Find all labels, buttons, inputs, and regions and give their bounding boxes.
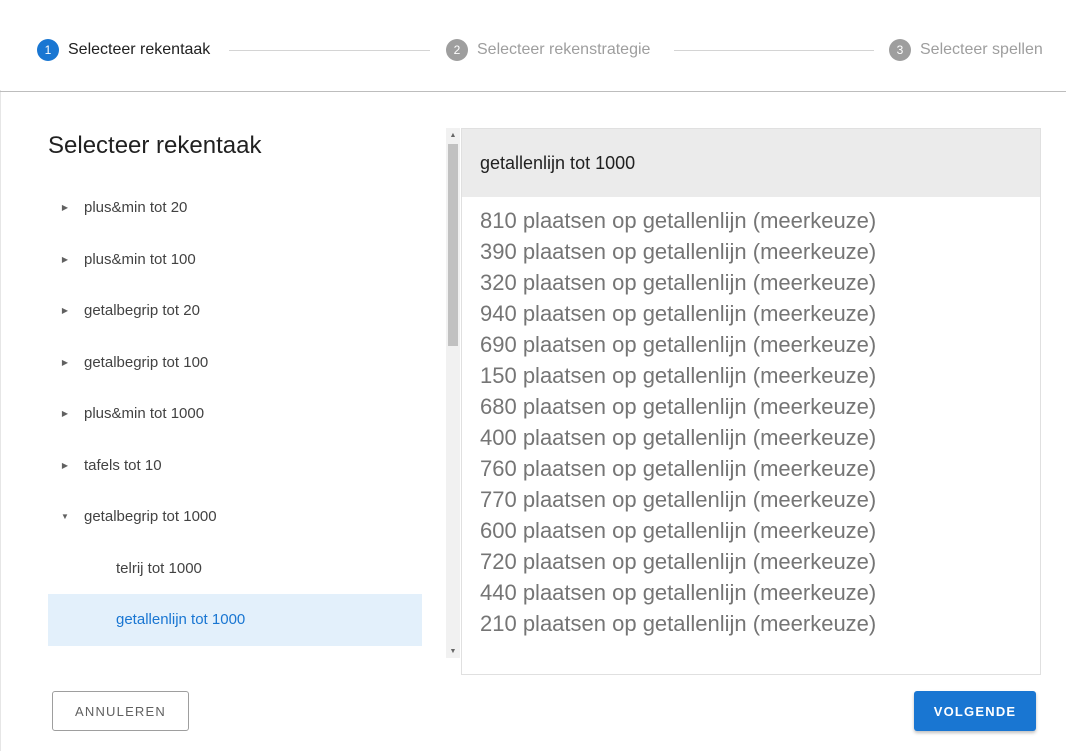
list-item: 400 plaatsen op getallenlijn (meerkeuze): [480, 425, 877, 450]
step-2-label: Selecteer rekenstrategie: [477, 41, 651, 58]
list-item: 720 plaatsen op getallenlijn (meerkeuze): [480, 549, 877, 574]
tree-item-label: plus&min tot 100: [84, 250, 196, 268]
detail-header: getallenlijn tot 1000: [462, 129, 1040, 197]
tree-item-tafels-10[interactable]: ▶ tafels tot 10: [48, 440, 422, 492]
cancel-button[interactable]: ANNULEREN: [52, 691, 189, 731]
caret-right-icon: ▶: [61, 409, 69, 419]
caret-right-icon: ▶: [61, 357, 69, 367]
tree-item-label: getalbegrip tot 1000: [84, 508, 217, 526]
step-1-label: Selecteer rekentaak: [68, 41, 211, 58]
tree-item-label: plus&min tot 20: [84, 199, 188, 217]
detail-list: 810 plaatsen op getallenlijn (meerkeuze)…: [462, 197, 1040, 639]
tree-item-getalbegrip-100[interactable]: ▶ getalbegrip tot 100: [48, 337, 422, 389]
step-3-number: 3: [889, 39, 911, 61]
scroll-down-icon[interactable]: ▼: [446, 644, 460, 658]
list-item: 440 plaatsen op getallenlijn (meerkeuze): [480, 580, 877, 605]
scroll-up-icon[interactable]: ▲: [446, 128, 460, 142]
stepper: 1 Selecteer rekentaak 2 Selecteer rekens…: [0, 0, 1066, 92]
step-3-label: Selecteer spellen: [920, 41, 1043, 58]
caret-right-icon: ▶: [61, 306, 69, 316]
tree-item-getalbegrip-20[interactable]: ▶ getalbegrip tot 20: [48, 285, 422, 337]
list-item: 770 plaatsen op getallenlijn (meerkeuze): [480, 487, 877, 512]
caret-right-icon: ▶: [61, 254, 69, 264]
next-button[interactable]: VOLGENDE: [914, 691, 1036, 731]
step-1-number: 1: [37, 39, 59, 61]
list-item: 600 plaatsen op getallenlijn (meerkeuze): [480, 518, 877, 543]
list-item: 940 plaatsen op getallenlijn (meerkeuze): [480, 301, 877, 326]
tree-item-label: plus&min tot 1000: [84, 405, 205, 423]
task-detail-panel: getallenlijn tot 1000 810 plaatsen op ge…: [461, 128, 1041, 675]
step-2-number: 2: [446, 39, 468, 61]
tree-item-plusmin-1000[interactable]: ▶ plus&min tot 1000: [48, 388, 422, 440]
list-item: 810 plaatsen op getallenlijn (meerkeuze): [480, 208, 877, 233]
list-item: 390 plaatsen op getallenlijn (meerkeuze): [480, 239, 877, 264]
tree-item-getalbegrip-1000[interactable]: ▼ getalbegrip tot 1000: [48, 491, 422, 543]
step-1[interactable]: 1 Selecteer rekentaak: [37, 37, 210, 63]
list-item: 150 plaatsen op getallenlijn (meerkeuze): [480, 363, 877, 388]
dialog: 1 Selecteer rekentaak 2 Selecteer rekens…: [0, 0, 1066, 751]
tree-item-label: getalbegrip tot 20: [84, 302, 200, 320]
caret-right-icon: ▶: [61, 460, 69, 470]
step-connector: [229, 50, 430, 51]
tree-item-telrij-1000[interactable]: telrij tot 1000: [48, 543, 422, 595]
list-item: 320 plaatsen op getallenlijn (meerkeuze): [480, 270, 877, 295]
tree-item-getallenlijn-1000[interactable]: getallenlijn tot 1000: [48, 594, 422, 646]
list-item: 690 plaatsen op getallenlijn (meerkeuze): [480, 332, 877, 357]
caret-down-icon: ▼: [61, 512, 69, 522]
list-item: 760 plaatsen op getallenlijn (meerkeuze): [480, 456, 877, 481]
scrollbar-thumb[interactable]: [448, 144, 458, 346]
dialog-edge: [0, 90, 1, 751]
panel-title: Selecteer rekentaak: [48, 132, 262, 159]
tree-item-label: getallenlijn tot 1000: [116, 611, 246, 629]
scrollbar[interactable]: ▲ ▼: [446, 128, 460, 658]
tree-item-label: tafels tot 10: [84, 456, 162, 474]
tree-item-plusmin-20[interactable]: ▶ plus&min tot 20: [48, 182, 422, 234]
task-tree: ▶ plus&min tot 20 ▶ plus&min tot 100 ▶ g…: [48, 182, 422, 646]
list-item: 210 plaatsen op getallenlijn (meerkeuze): [480, 611, 877, 636]
step-3[interactable]: 3 Selecteer spellen: [889, 37, 1043, 63]
caret-right-icon: ▶: [61, 203, 69, 213]
step-connector: [674, 50, 874, 51]
step-2[interactable]: 2 Selecteer rekenstrategie: [446, 37, 650, 63]
tree-item-label: getalbegrip tot 100: [84, 353, 209, 371]
tree-item-plusmin-100[interactable]: ▶ plus&min tot 100: [48, 234, 422, 286]
list-item: 680 plaatsen op getallenlijn (meerkeuze): [480, 394, 877, 419]
tree-item-label: telrij tot 1000: [116, 559, 202, 577]
